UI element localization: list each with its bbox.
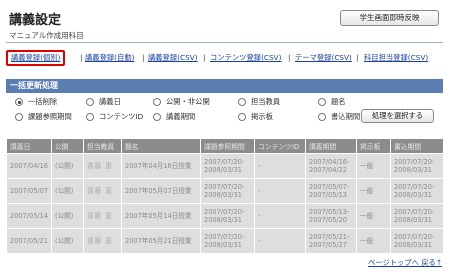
bulk-update-heading: 一括更新処理 [6, 79, 443, 93]
cell-public: (公開) [51, 153, 84, 179]
cell-content-id: - [254, 203, 306, 229]
radio-label: 題名 [331, 97, 346, 106]
cell-lecture-period: 2007/04/16-2007/04/22 [305, 153, 357, 179]
radio-label: 書込期間 [331, 112, 361, 121]
radio-dot [318, 98, 326, 106]
column-header: 講義期間 [305, 138, 357, 154]
cell-teacher: 遠藤 恵 [83, 203, 122, 229]
cell-content-id: - [254, 153, 306, 179]
tab-separator: | [288, 53, 291, 62]
cell-assignment-period: 2007/07/20-2008/03/31 [200, 228, 255, 254]
radio-label: コンテンツID [99, 112, 144, 121]
cell-lecture-period: 2007/05/21-2007/05/27 [305, 228, 357, 254]
tab-separator: | [80, 53, 83, 62]
execute-selection-button[interactable]: 処理を選択する [361, 109, 434, 123]
cell-board: 一般 [356, 228, 391, 254]
radio-label: 講義期間 [166, 112, 196, 121]
column-header: 掲示板 [356, 138, 391, 154]
cell-write-period: 2007/07/20-2008/03/31 [390, 178, 444, 204]
column-header: 課題参照期間 [200, 138, 255, 154]
cell-teacher: 遠藤 恵 [83, 178, 122, 204]
cell-content-id: - [254, 228, 306, 254]
cell-lecture-date: 2007/05/21 [6, 228, 52, 254]
tab-lecture-individual[interactable]: 講義登録(個別) [6, 50, 66, 66]
cell-board: 一般 [356, 203, 391, 229]
radio-label: 担当教員 [251, 97, 281, 106]
radio-label: 掲示板 [251, 112, 273, 121]
column-header: コンテンツID [254, 138, 306, 154]
radio-dot [153, 98, 161, 106]
apply-to-student-view-button[interactable]: 学生画面即時反映 [340, 10, 439, 26]
table-row[interactable]: 2007/05/21 (公開) 遠藤 恵 2007年05月21日授業 2007/… [6, 228, 444, 254]
cell-write-period: 2007/07/20-2008/03/31 [390, 228, 444, 254]
column-header: 担当教員 [83, 138, 122, 154]
back-to-top-link[interactable]: ページトップへ 戻る↑ [368, 258, 442, 268]
cell-title: 2007年05月14日授業 [121, 203, 201, 229]
cell-lecture-period: 2007/05/13-2007/05/20 [305, 203, 357, 229]
cell-teacher: 遠藤 恵 [83, 153, 122, 179]
tab-lecture-auto[interactable]: 講義登録(自動) [85, 50, 134, 66]
radio-dot [86, 113, 94, 121]
cell-lecture-date: 2007/05/14 [6, 203, 52, 229]
cell-write-period: 2007/07/20-2008/03/31 [390, 153, 444, 179]
tab-separator: | [203, 53, 206, 62]
cell-public: (公開) [51, 228, 84, 254]
radio-label: 課題参照期間 [28, 112, 72, 121]
tab-lecture-csv[interactable]: 講義登録(CSV) [148, 50, 198, 66]
cell-assignment-period: 2007/07/20-2008/03/31 [200, 178, 255, 204]
tab-subject-teacher-csv[interactable]: 科目担当登録(CSV) [364, 50, 428, 66]
column-header: 公開 [51, 138, 84, 154]
radio-label: 講義日 [99, 97, 121, 106]
cell-lecture-date: 2007/05/07 [6, 178, 52, 204]
column-header: 題名 [121, 138, 201, 154]
column-header: 書込期間 [390, 138, 444, 154]
radio-dot [15, 113, 23, 121]
page-title: 講義設定 [9, 13, 62, 28]
radio-label: 公開・非公開 [166, 97, 210, 106]
tab-separator: | [356, 53, 359, 62]
table-row[interactable]: 2007/04/16 (公開) 遠藤 恵 2007年04月16日授業 2007/… [6, 153, 444, 179]
cell-title: 2007年05月07日授業 [121, 178, 201, 204]
radio-dot [153, 113, 161, 121]
cell-title: 2007年05月21日授業 [121, 228, 201, 254]
cell-assignment-period: 2007/07/20-2008/03/31 [200, 203, 255, 229]
course-subtitle: マニュアル作成用科目 [9, 31, 84, 40]
radio-label: 一括削除 [28, 97, 58, 106]
cell-public: (公開) [51, 203, 84, 229]
cell-lecture-period: 2007/05/07-2007/05/13 [305, 178, 357, 204]
table-row[interactable]: 2007/05/14 (公開) 遠藤 恵 2007年05月14日授業 2007/… [6, 203, 444, 229]
table-row[interactable]: 2007/05/07 (公開) 遠藤 恵 2007年05月07日授業 2007/… [6, 178, 444, 204]
cell-board: 一般 [356, 153, 391, 179]
tab-separator: | [142, 53, 145, 62]
radio-dot [318, 113, 326, 121]
cell-assignment-period: 2007/07/20-2008/03/31 [200, 153, 255, 179]
table-header-row: 講義日 公開 担当教員 題名 課題参照期間 コンテンツID 講義期間 掲示板 書… [6, 138, 444, 154]
cell-teacher: 遠藤 恵 [83, 228, 122, 254]
cell-public: (公開) [51, 178, 84, 204]
cell-lecture-date: 2007/04/16 [6, 153, 52, 179]
cell-content-id: - [254, 178, 306, 204]
radio-dot [238, 98, 246, 106]
column-header: 講義日 [6, 138, 52, 154]
radio-dot [86, 98, 94, 106]
cell-title: 2007年04月16日授業 [121, 153, 201, 179]
tab-theme-csv[interactable]: テーマ登録(CSV) [295, 50, 352, 66]
tab-content-csv[interactable]: コンテンツ登録(CSV) [210, 50, 282, 66]
cell-board: 一般 [356, 178, 391, 204]
radio-dot [15, 98, 23, 106]
lecture-table: 講義日 公開 担当教員 題名 課題参照期間 コンテンツID 講義期間 掲示板 書… [6, 138, 444, 254]
cell-write-period: 2007/07/20-2008/03/31 [390, 203, 444, 229]
radio-dot [238, 113, 246, 121]
header-divider [6, 42, 443, 43]
